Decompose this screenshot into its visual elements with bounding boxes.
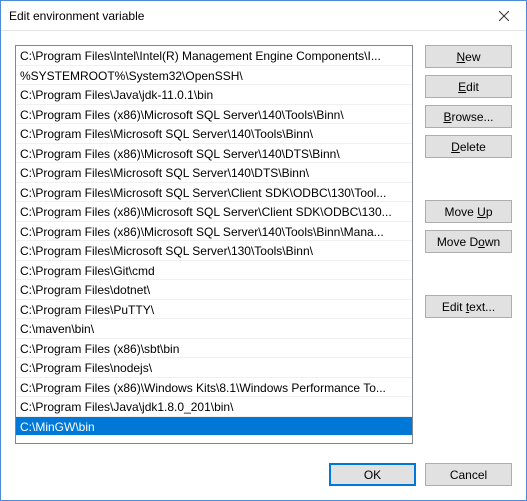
list-item[interactable]: C:\Program Files\Java\jdk-11.0.1\bin bbox=[16, 85, 412, 105]
list-item[interactable]: C:\Program Files\Microsoft SQL Server\14… bbox=[16, 124, 412, 144]
dialog-footer: OK Cancel bbox=[1, 452, 526, 500]
new-button[interactable]: New bbox=[425, 45, 512, 68]
ok-button[interactable]: OK bbox=[329, 463, 416, 486]
close-button[interactable] bbox=[481, 1, 526, 30]
button-sidebar: New Edit Browse... Delete Move Up Move D… bbox=[425, 45, 512, 444]
list-item[interactable]: C:\MinGW\bin bbox=[16, 417, 412, 437]
dialog-window: Edit environment variable C:\Program Fil… bbox=[0, 0, 527, 501]
move-up-button[interactable]: Move Up bbox=[425, 200, 512, 223]
list-item[interactable]: C:\Program Files (x86)\sbt\bin bbox=[16, 339, 412, 359]
list-item[interactable]: C:\Program Files\Git\cmd bbox=[16, 261, 412, 281]
list-item[interactable]: C:\Program Files\Microsoft SQL Server\14… bbox=[16, 163, 412, 183]
list-item[interactable]: C:\Program Files (x86)\Microsoft SQL Ser… bbox=[16, 144, 412, 164]
delete-button[interactable]: Delete bbox=[425, 135, 512, 158]
cancel-button[interactable]: Cancel bbox=[425, 463, 512, 486]
window-title: Edit environment variable bbox=[9, 9, 481, 23]
list-item[interactable]: C:\Program Files\Microsoft SQL Server\Cl… bbox=[16, 183, 412, 203]
edit-button[interactable]: Edit bbox=[425, 75, 512, 98]
list-item[interactable]: C:\Program Files (x86)\Microsoft SQL Ser… bbox=[16, 105, 412, 125]
list-item[interactable]: C:\Program Files\Microsoft SQL Server\13… bbox=[16, 241, 412, 261]
list-item[interactable]: %SYSTEMROOT%\System32\OpenSSH\ bbox=[16, 66, 412, 86]
list-item[interactable]: C:\Program Files\Java\jdk1.8.0_201\bin\ bbox=[16, 397, 412, 417]
list-item[interactable]: C:\Program Files (x86)\Windows Kits\8.1\… bbox=[16, 378, 412, 398]
list-item[interactable]: C:\Program Files\dotnet\ bbox=[16, 280, 412, 300]
list-item[interactable]: C:\Program Files\nodejs\ bbox=[16, 358, 412, 378]
list-item[interactable]: C:\Program Files (x86)\Microsoft SQL Ser… bbox=[16, 222, 412, 242]
titlebar: Edit environment variable bbox=[1, 1, 526, 31]
list-item[interactable]: C:\Program Files\Intel\Intel(R) Manageme… bbox=[16, 46, 412, 66]
list-item[interactable]: C:\Program Files (x86)\Microsoft SQL Ser… bbox=[16, 202, 412, 222]
path-listbox[interactable]: C:\Program Files\Intel\Intel(R) Manageme… bbox=[15, 45, 413, 444]
list-item[interactable]: C:\maven\bin\ bbox=[16, 319, 412, 339]
close-icon bbox=[499, 11, 509, 21]
edit-text-button[interactable]: Edit text... bbox=[425, 295, 512, 318]
browse-button[interactable]: Browse... bbox=[425, 105, 512, 128]
list-item[interactable]: C:\Program Files\PuTTY\ bbox=[16, 300, 412, 320]
move-down-button[interactable]: Move Down bbox=[425, 230, 512, 253]
